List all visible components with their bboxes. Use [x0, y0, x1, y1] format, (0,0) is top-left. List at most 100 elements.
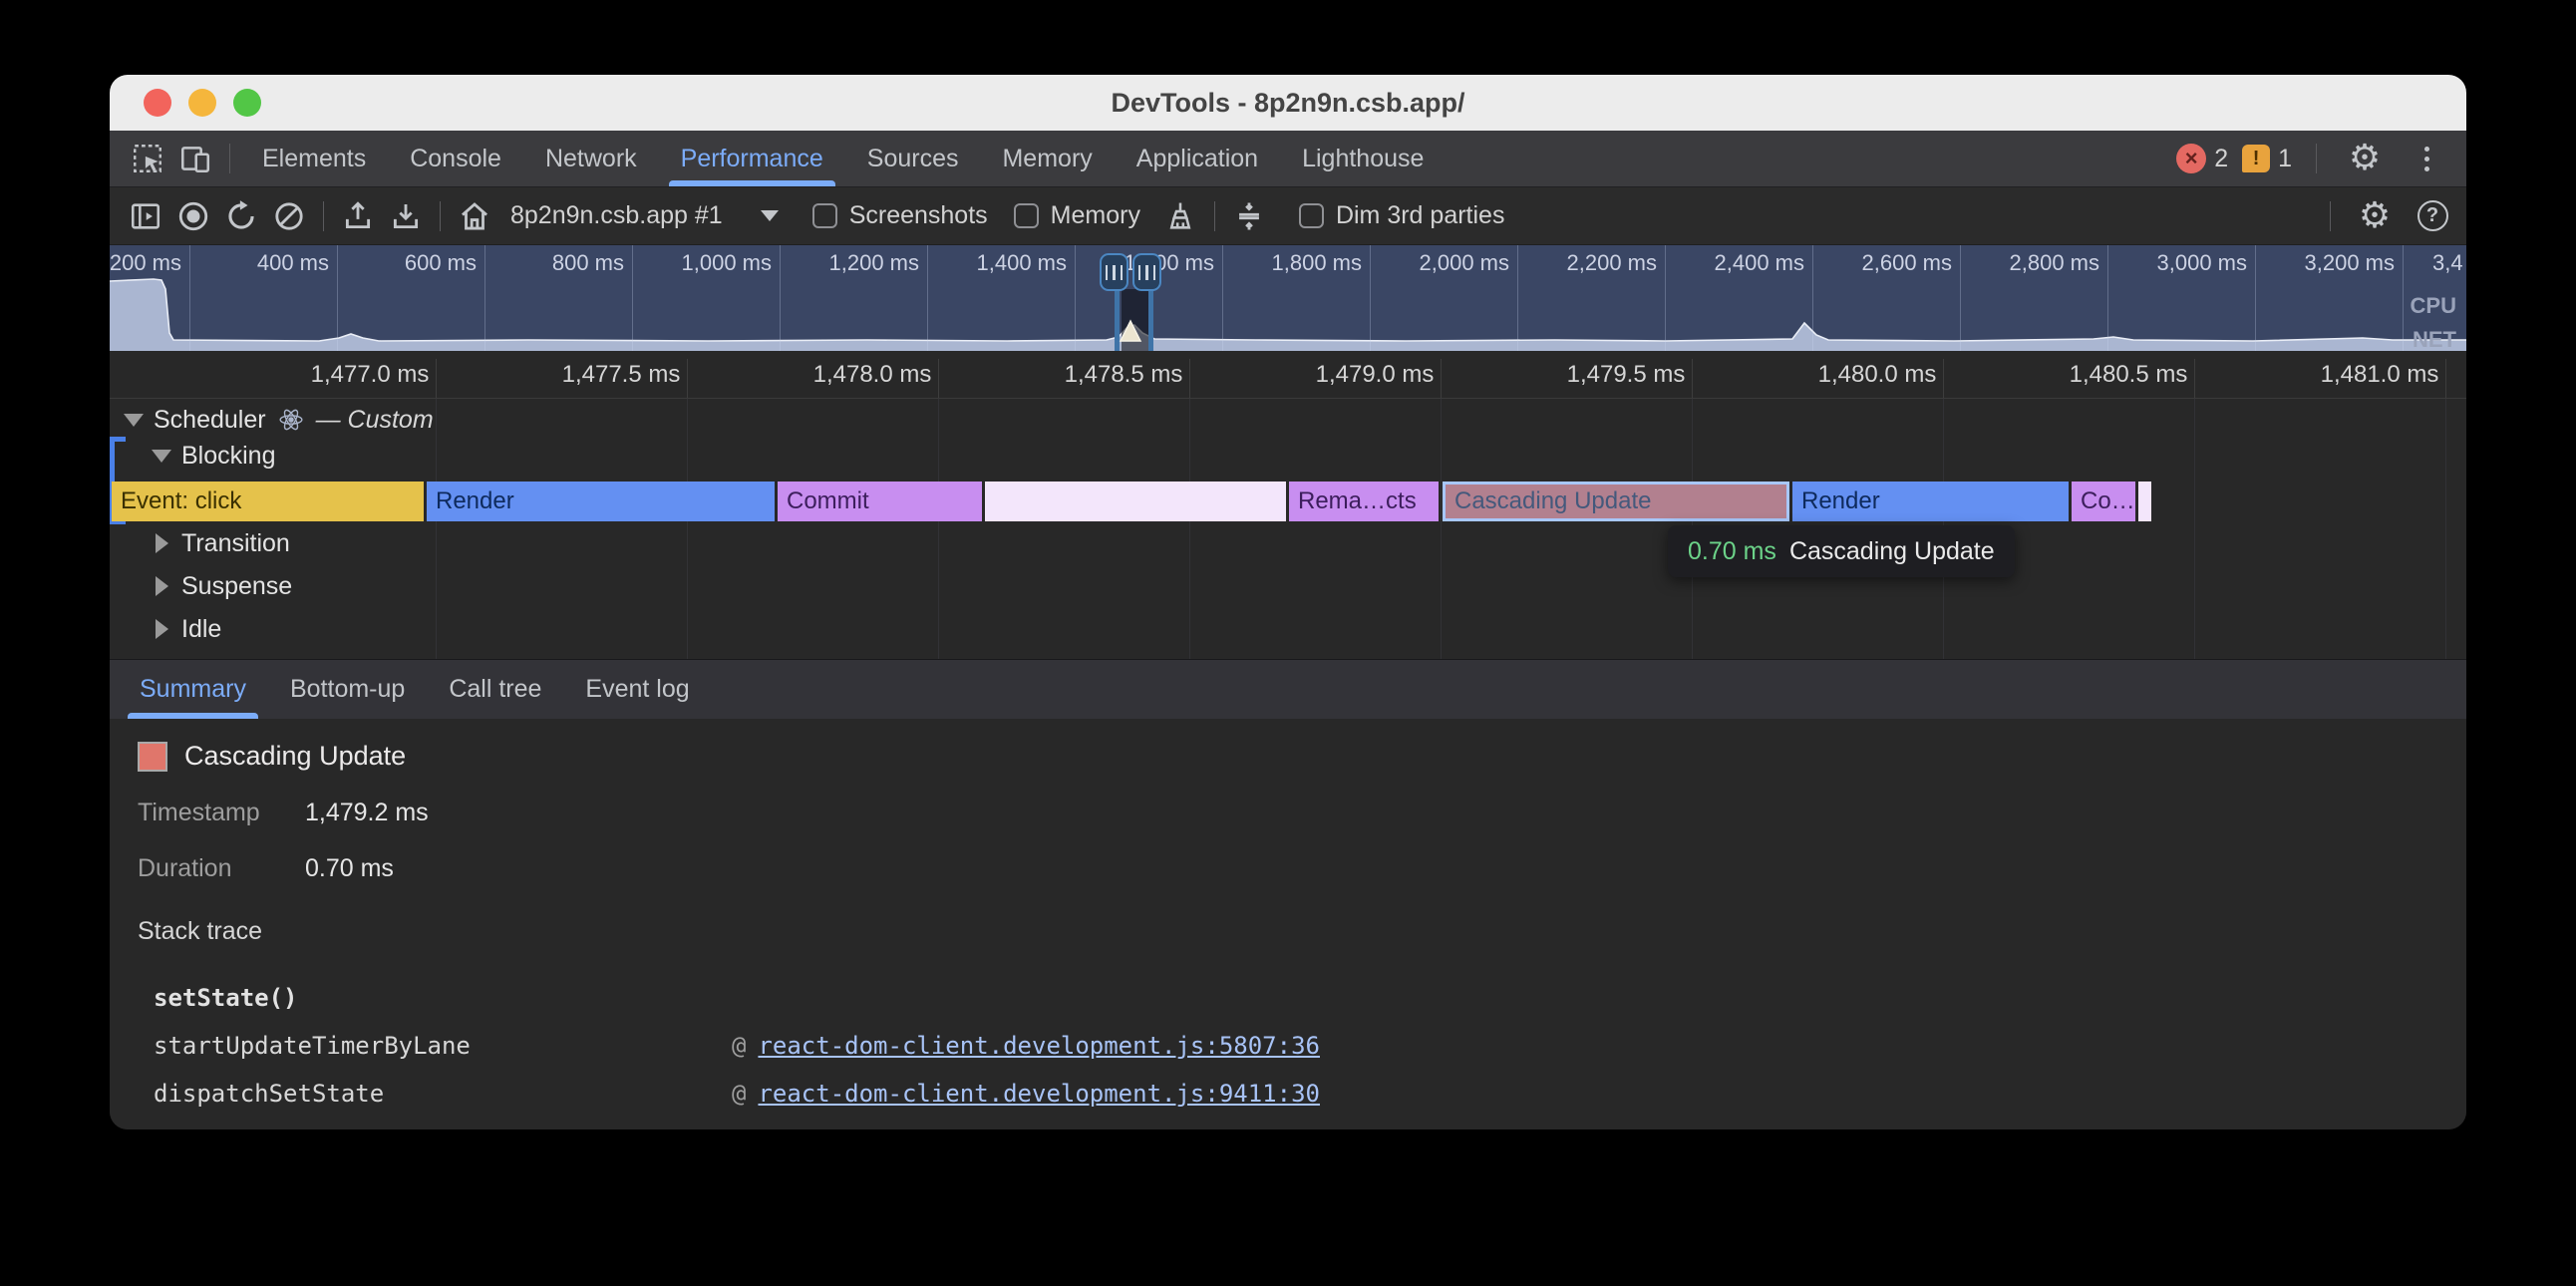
flame-bars-row: Event: clickRenderCommitRema…ctsCascadin…	[110, 482, 2466, 521]
event-tooltip: 0.70 ms Cascading Update	[1668, 525, 2015, 577]
ruler-tick-label: 1,481.0 ms	[2260, 351, 2466, 399]
minimap-gridline	[2403, 245, 2404, 351]
checkbox-box	[1014, 203, 1039, 228]
tabbar-left-icons	[110, 136, 240, 181]
minimap-tick-label: 3,000 ms	[2107, 250, 2247, 276]
error-icon: ×	[2176, 144, 2206, 173]
screenshots-checkbox[interactable]: Screenshots	[812, 201, 988, 230]
memory-checkbox[interactable]: Memory	[1014, 201, 1140, 230]
divider	[2316, 144, 2317, 173]
collapsed-arrow-icon[interactable]	[156, 619, 168, 639]
track-transition[interactable]: Transition	[110, 526, 290, 560]
selection-left-line[interactable]	[1115, 285, 1120, 351]
devtools-tabbar: ElementsConsoleNetworkPerformanceSources…	[110, 131, 2466, 187]
minimize-window-button[interactable]	[188, 89, 216, 117]
selection-right-line[interactable]	[1148, 285, 1153, 351]
capture-settings-gear-icon[interactable]: ⚙	[2351, 193, 2399, 239]
window-titlebar[interactable]: DevTools - 8p2n9n.csb.app/	[110, 75, 2466, 131]
stack-root-frame: setState()	[154, 984, 2466, 1012]
tab-network[interactable]: Network	[523, 131, 659, 186]
flame-bar-rema-cts[interactable]: Rema…cts	[1289, 482, 1439, 521]
clear-icon[interactable]	[265, 193, 313, 239]
collapsed-arrow-icon[interactable]	[156, 576, 168, 596]
close-window-button[interactable]	[144, 89, 171, 117]
checkbox-box	[1299, 203, 1324, 228]
ruler-tick-line	[2194, 359, 2195, 398]
divider	[229, 144, 230, 173]
tab-event-log[interactable]: Event log	[563, 660, 711, 719]
timeline-overview[interactable]: 200 ms400 ms600 ms800 ms1,000 ms1,200 ms…	[110, 245, 2466, 351]
blocking-track-label: Blocking	[181, 442, 276, 471]
tab-sources[interactable]: Sources	[845, 131, 981, 186]
tab-call-tree[interactable]: Call tree	[427, 660, 563, 719]
flame-bar-render[interactable]: Render	[1792, 482, 2069, 521]
track-scheduler[interactable]: Scheduler — Custom	[110, 403, 434, 437]
selection-right-handle[interactable]	[1132, 253, 1161, 291]
toggle-sidebar-icon[interactable]	[122, 193, 169, 239]
inspect-element-icon[interactable]	[124, 136, 171, 181]
minimap-tick-label: 400 ms	[189, 250, 329, 276]
upload-profile-icon[interactable]	[334, 193, 382, 239]
target-selector-dropdown[interactable]: 8p2n9n.csb.app #1	[498, 201, 787, 230]
collapsed-arrow-icon[interactable]	[156, 533, 168, 553]
help-icon[interactable]: ?	[2409, 193, 2456, 239]
tab-memory[interactable]: Memory	[980, 131, 1114, 186]
stack-frame-source-link[interactable]: react-dom-client.development.js:5807:36	[758, 1032, 1320, 1060]
duration-row: Duration 0.70 ms	[138, 854, 2466, 883]
collapse-rows-icon[interactable]	[1225, 193, 1273, 239]
tab-elements[interactable]: Elements	[240, 131, 388, 186]
tab-summary[interactable]: Summary	[118, 660, 268, 719]
device-toolbar-icon[interactable]	[171, 136, 219, 181]
desktop-background: DevTools - 8p2n9n.csb.app/	[0, 0, 2576, 1286]
transition-track-label: Transition	[181, 529, 290, 558]
download-profile-icon[interactable]	[382, 193, 430, 239]
more-options-icon[interactable]	[2403, 136, 2450, 181]
reload-record-icon[interactable]	[217, 193, 265, 239]
suspense-track-label: Suspense	[181, 572, 292, 601]
track-idle[interactable]: Idle	[110, 612, 221, 646]
summary-panel: Cascading Update Timestamp 1,479.2 ms Du…	[110, 719, 2466, 893]
flame-bar-unlabeled[interactable]	[985, 482, 1286, 521]
flame-bar-render[interactable]: Render	[427, 482, 775, 521]
record-icon[interactable]	[169, 193, 217, 239]
stack-frame-source-link[interactable]: LikeButton.js:13:13	[758, 1127, 1032, 1129]
flame-bar-co-it[interactable]: Co…it	[2072, 482, 2135, 521]
flame-chart-tracks[interactable]: Scheduler — Custom Blocking Event: click…	[110, 399, 2466, 659]
tab-bottom-up[interactable]: Bottom-up	[268, 660, 427, 719]
track-blocking[interactable]: Blocking	[110, 439, 276, 473]
zoom-window-button[interactable]	[233, 89, 261, 117]
flame-bar-cascading-update[interactable]: Cascading Update	[1443, 482, 1789, 521]
error-badge[interactable]: × 2	[2176, 144, 2228, 173]
tab-application[interactable]: Application	[1115, 131, 1280, 186]
track-suspense[interactable]: Suspense	[110, 569, 292, 603]
collect-garbage-icon[interactable]	[1156, 193, 1204, 239]
settings-gear-icon[interactable]: ⚙	[2341, 136, 2389, 181]
tooltip-duration: 0.70 ms	[1688, 537, 1776, 566]
expand-arrow-icon[interactable]	[124, 414, 144, 427]
home-icon[interactable]	[451, 193, 498, 239]
target-selector-value: 8p2n9n.csb.app #1	[510, 201, 723, 230]
flame-bar-event-click[interactable]: Event: click	[112, 482, 424, 521]
tooltip-title: Cascading Update	[1789, 537, 1995, 566]
dim-3rd-parties-checkbox[interactable]: Dim 3rd parties	[1299, 201, 1505, 230]
flame-bar-unlabeled[interactable]	[2138, 482, 2151, 521]
ptoolbar-right: ⚙ ?	[2320, 193, 2456, 239]
stack-frame-source-link[interactable]: react-dom-client.development.js:9411:30	[758, 1080, 1320, 1108]
track-gridline	[1441, 399, 1442, 659]
tab-lighthouse[interactable]: Lighthouse	[1280, 131, 1446, 186]
flame-bar-commit[interactable]: Commit	[778, 482, 982, 521]
ruler-tick-label: 1,480.0 ms	[1758, 351, 1997, 399]
memory-label: Memory	[1051, 201, 1140, 230]
expand-arrow-icon[interactable]	[152, 450, 171, 463]
tab-performance[interactable]: Performance	[659, 131, 845, 186]
selection-left-handle[interactable]	[1100, 253, 1128, 291]
warning-badge[interactable]: ! 1	[2242, 145, 2292, 173]
tab-console[interactable]: Console	[388, 131, 523, 186]
stack-frames: startUpdateTimerByLane@react-dom-client.…	[138, 1032, 2466, 1129]
ruler-tick-line	[1943, 359, 1944, 398]
track-gridline	[938, 399, 939, 659]
minimap-tick-label: 2,200 ms	[1517, 250, 1657, 276]
divider	[2330, 201, 2331, 231]
track-gridline	[2194, 399, 2195, 659]
divider	[1214, 201, 1215, 231]
